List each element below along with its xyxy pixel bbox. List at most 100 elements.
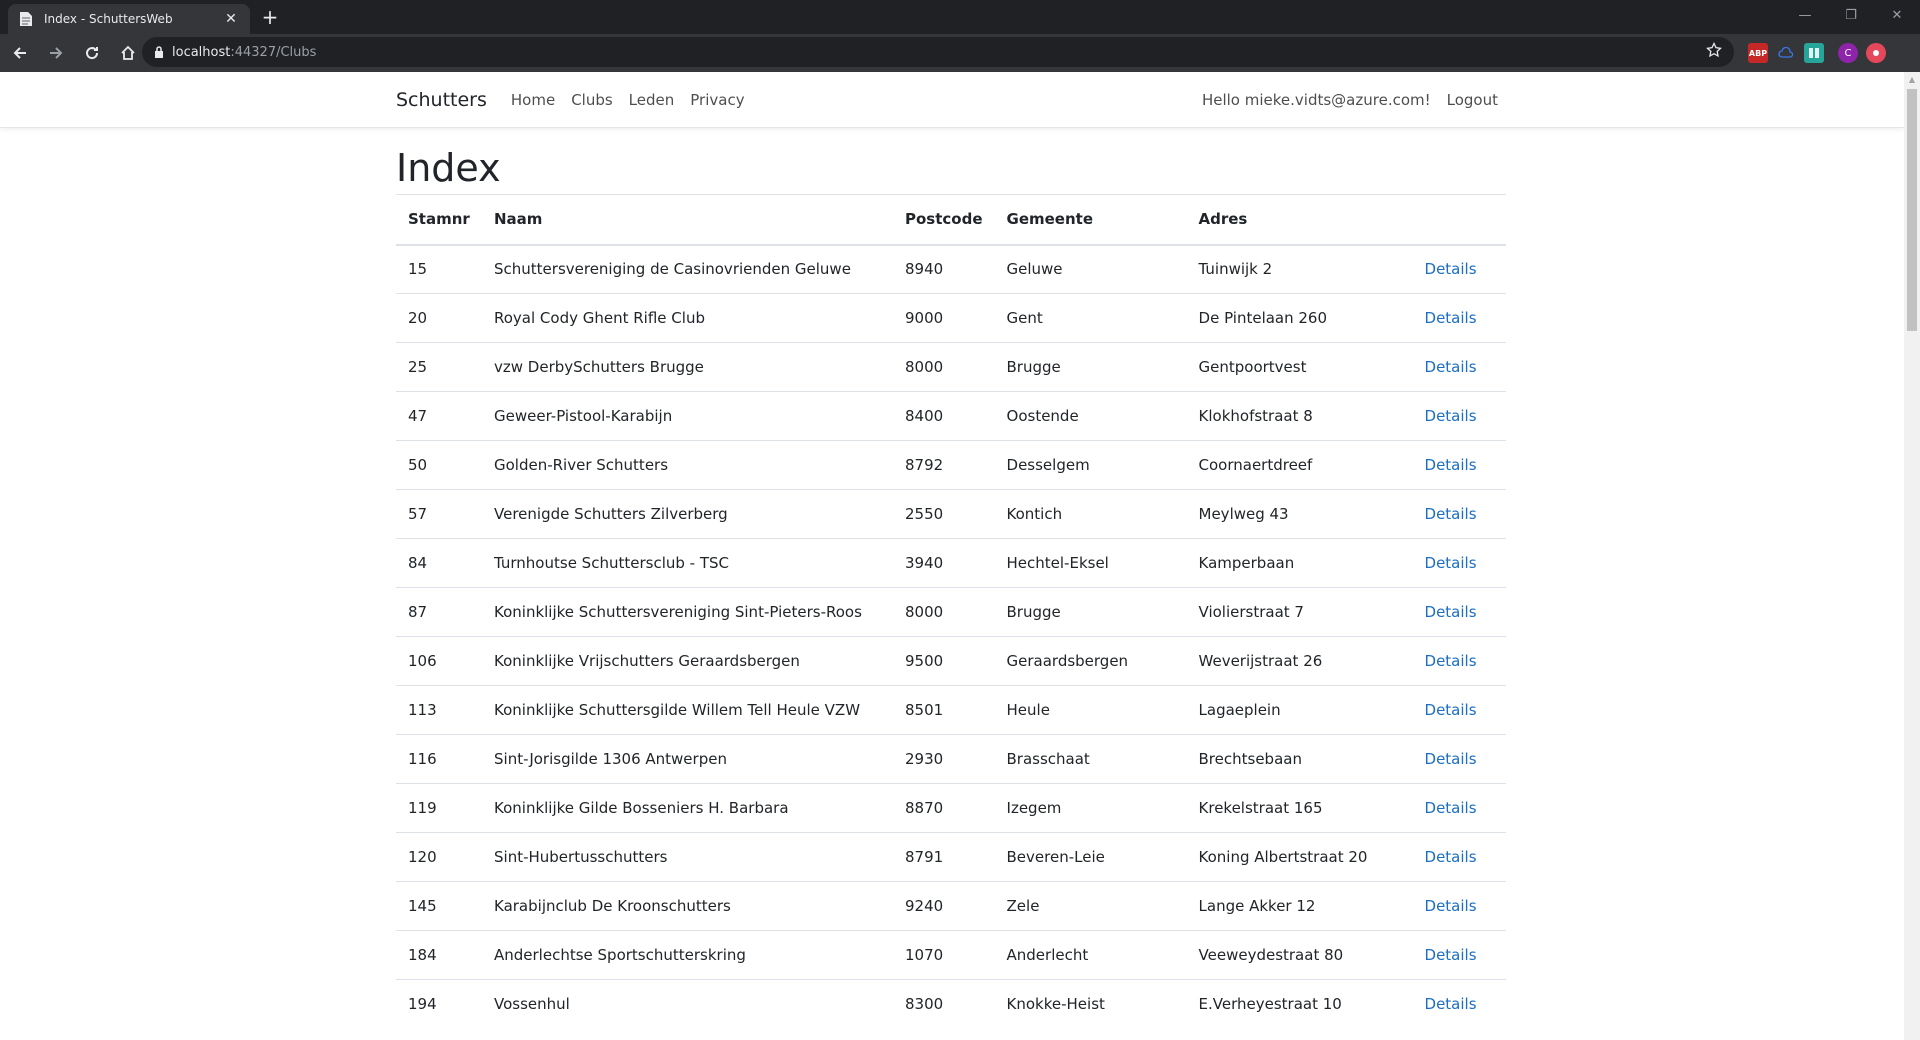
table-row: 120 Sint-Hubertusschutters 8791 Beveren-Lei… [396, 832, 1506, 882]
cell-gemeente: Brugge [994, 587, 1187, 637]
cell-naam: Karabijnclub De Kroonschutters [482, 881, 893, 931]
cell-gemeente: Kontich [994, 489, 1187, 539]
header-naam: Naam [482, 194, 893, 246]
table-row: 15 Schuttersvereniging de Casinovrienden … [396, 244, 1506, 294]
cell-postcode: 2550 [893, 489, 995, 539]
details-link[interactable]: Details [1425, 456, 1477, 474]
bookmark-star-icon[interactable] [1706, 41, 1722, 62]
cell-adres: Klokhofstraat 8 [1186, 391, 1413, 441]
table-row: 119 Koninklijke Gilde Bosseniers H. Barba… [396, 783, 1506, 833]
address-bar[interactable]: localhost:44327/Clubs [142, 37, 1734, 67]
table-row: 57 Verenigde Schutters Zilverberg 2550 Kont… [396, 489, 1506, 539]
adblock-extension-icon[interactable]: ABP [1748, 43, 1768, 63]
details-link[interactable]: Details [1425, 701, 1477, 719]
cell-actions: Details [1412, 881, 1506, 931]
browser-tab[interactable]: Index - SchuttersWeb ✕ [8, 4, 250, 34]
page-scrollbar[interactable]: ▲ [1904, 72, 1920, 1040]
cell-adres: Lange Akker 12 [1186, 881, 1413, 931]
cell-actions: Details [1412, 979, 1506, 1029]
brand-link[interactable]: Schutters [396, 89, 487, 111]
cell-stamnr: 116 [396, 734, 482, 784]
close-tab-icon[interactable]: ✕ [222, 11, 240, 27]
cell-gemeente: Brugge [994, 342, 1187, 392]
cell-naam: Koninklijke Vrijschutters Geraardsbergen [482, 636, 893, 686]
table-row: 184 Anderlechtse Sportschutterskring 1070 A… [396, 930, 1506, 980]
reload-icon[interactable] [76, 37, 108, 69]
cell-actions: Details [1412, 685, 1506, 735]
extension-flower-icon[interactable] [1866, 43, 1886, 63]
cell-postcode: 2930 [893, 734, 995, 784]
cell-naam: vzw DerbySchutters Brugge [482, 342, 893, 392]
details-link[interactable]: Details [1425, 848, 1477, 866]
cell-stamnr: 15 [396, 244, 482, 294]
home-icon[interactable] [112, 37, 144, 69]
scroll-thumb[interactable] [1907, 89, 1917, 331]
nav-link-leden[interactable]: Leden [629, 91, 675, 109]
new-tab-icon[interactable]: + [258, 6, 282, 30]
cell-stamnr: 57 [396, 489, 482, 539]
cell-naam: Koninklijke Gilde Bosseniers H. Barbara [482, 783, 893, 833]
cell-postcode: 8000 [893, 342, 995, 392]
cell-naam: Koninklijke Schuttersvereniging Sint-Pie… [482, 587, 893, 637]
details-link[interactable]: Details [1425, 897, 1477, 915]
details-link[interactable]: Details [1425, 652, 1477, 670]
details-link[interactable]: Details [1425, 799, 1477, 817]
logout-button[interactable]: Logout [1447, 91, 1498, 109]
profile-avatar[interactable]: C [1838, 43, 1858, 63]
minimize-icon[interactable]: — [1782, 0, 1828, 30]
forward-icon[interactable] [40, 37, 72, 69]
cell-adres: E.Verheyestraat 10 [1186, 979, 1413, 1029]
cell-naam: Sint-Jorisgilde 1306 Antwerpen [482, 734, 893, 784]
cell-adres: Violierstraat 7 [1186, 587, 1413, 637]
back-icon[interactable] [4, 37, 36, 69]
cell-adres: Kamperbaan [1186, 538, 1413, 588]
close-window-icon[interactable]: ✕ [1874, 0, 1920, 30]
table-row: 116 Sint-Jorisgilde 1306 Antwerpen 2930 Bra… [396, 734, 1506, 784]
header-adres: Adres [1186, 194, 1413, 246]
cell-postcode: 8940 [893, 244, 995, 294]
details-link[interactable]: Details [1425, 603, 1477, 621]
cell-postcode: 8300 [893, 979, 995, 1029]
cell-postcode: 8400 [893, 391, 995, 441]
nav-link-home[interactable]: Home [511, 91, 555, 109]
details-link[interactable]: Details [1425, 260, 1477, 278]
cloud-extension-icon[interactable] [1776, 43, 1796, 63]
restore-icon[interactable]: ❐ [1828, 0, 1874, 30]
details-link[interactable]: Details [1425, 750, 1477, 768]
nav-link-clubs[interactable]: Clubs [571, 91, 612, 109]
details-link[interactable]: Details [1425, 407, 1477, 425]
url-host: localhost [172, 44, 231, 60]
cell-actions: Details [1412, 342, 1506, 392]
cell-postcode: 9240 [893, 881, 995, 931]
cell-postcode: 1070 [893, 930, 995, 980]
header-gemeente: Gemeente [994, 194, 1187, 246]
details-link[interactable]: Details [1425, 309, 1477, 327]
cell-postcode: 8501 [893, 685, 995, 735]
cell-gemeente: Desselgem [994, 440, 1187, 490]
page-viewport: Schutters Home Clubs Leden Privacy Hello… [0, 72, 1904, 1040]
cell-stamnr: 120 [396, 832, 482, 882]
cell-adres: Coornaertdreef [1186, 440, 1413, 490]
cell-postcode: 8870 [893, 783, 995, 833]
cell-gemeente: Zele [994, 881, 1187, 931]
nav-link-privacy[interactable]: Privacy [690, 91, 744, 109]
details-link[interactable]: Details [1425, 946, 1477, 964]
details-link[interactable]: Details [1425, 554, 1477, 572]
details-link[interactable]: Details [1425, 995, 1477, 1013]
tabs-extension-icon[interactable] [1804, 43, 1824, 63]
cell-stamnr: 184 [396, 930, 482, 980]
user-greeting[interactable]: Hello mieke.vidts@azure.com! [1202, 91, 1431, 109]
details-link[interactable]: Details [1425, 505, 1477, 523]
cell-gemeente: Anderlecht [994, 930, 1187, 980]
cell-adres: Veeweydestraat 80 [1186, 930, 1413, 980]
url-path: :44327/Clubs [230, 44, 317, 60]
table-row: 87 Koninklijke Schuttersvereniging Sint-P… [396, 587, 1506, 637]
browser-tabbar: Index - SchuttersWeb ✕ + — ❐ ✕ [0, 0, 1920, 34]
table-row: 145 Karabijnclub De Kroonschutters 9240 Zel… [396, 881, 1506, 931]
table-row: 84 Turnhoutse Schuttersclub - TSC 3940 Hech… [396, 538, 1506, 588]
cell-postcode: 9000 [893, 293, 995, 343]
cell-adres: Lagaeplein [1186, 685, 1413, 735]
scroll-up-icon[interactable]: ▲ [1904, 72, 1920, 88]
details-link[interactable]: Details [1425, 358, 1477, 376]
adblock-label: ABP [1748, 48, 1768, 58]
